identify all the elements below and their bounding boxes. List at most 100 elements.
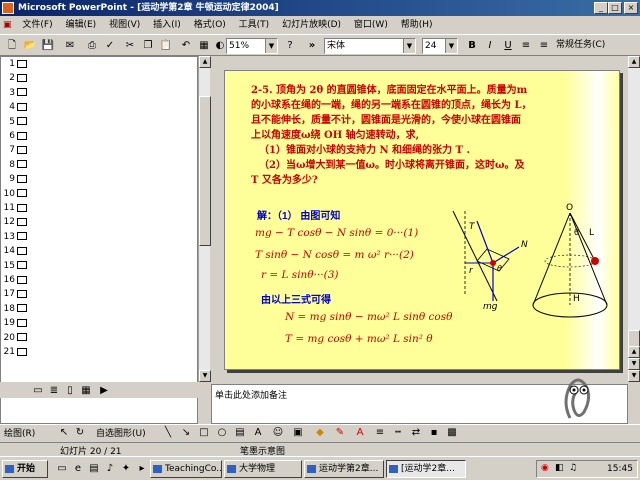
scroll-thumb[interactable] (199, 96, 211, 246)
powerpoint-app-icon[interactable] (2, 2, 14, 14)
slideshow-icon[interactable]: ▶ (96, 383, 112, 398)
oval-icon[interactable]: ○ (214, 425, 230, 440)
outline-slide-row[interactable]: 18 (3, 304, 27, 315)
outline-slide-row[interactable]: 17 (3, 289, 27, 300)
outline-slide-row[interactable]: 15 (3, 261, 27, 272)
open-icon[interactable]: 📂 (22, 38, 38, 53)
scroll-up-icon[interactable]: ▲ (199, 56, 211, 68)
spellcheck-icon[interactable]: ✓ (102, 38, 118, 53)
office-assistant-clippy[interactable] (556, 372, 602, 422)
outline-slide-row[interactable]: 14 (3, 246, 27, 257)
draw-menu-button[interactable]: 绘图(R) (4, 427, 35, 441)
italic-icon[interactable]: I (482, 38, 498, 53)
outline-slide-row[interactable]: 2 (3, 73, 27, 84)
slide-scrollbar[interactable]: ▲ ▲ ▼ ▼ (628, 56, 640, 382)
font-size-select[interactable]: 24 ▼ (422, 38, 458, 54)
next-slide-icon[interactable]: ▼ (628, 358, 640, 370)
outline-slide-row[interactable]: 11 (3, 203, 27, 214)
outline-scrollbar[interactable]: ▲ ▼ (198, 56, 211, 382)
outline-slide-row[interactable]: 20 (3, 333, 27, 344)
sorter-view-icon[interactable]: ▦ (78, 383, 94, 398)
print-icon[interactable]: ⎙ (84, 38, 100, 53)
folder-icon[interactable]: ▤ (86, 461, 102, 476)
slide-view-icon[interactable]: ▯ (62, 383, 78, 398)
align-center-icon[interactable]: ≡ (536, 38, 552, 53)
slide-canvas[interactable]: 2-5. 顶角为 2θ 的直圆锥体，底面固定在水平面上。质量为m 的小球系在绳的… (224, 70, 620, 370)
taskbar-item[interactable]: 大学物理 (224, 460, 302, 478)
scroll-down-icon[interactable]: ▼ (628, 370, 640, 382)
prev-slide-icon[interactable]: ▲ (628, 346, 640, 358)
ie-icon[interactable]: e (70, 461, 86, 476)
save-icon[interactable]: 💾 (40, 38, 56, 53)
outline-slide-row[interactable]: 13 (3, 232, 27, 243)
outline-slide-row[interactable]: 12 (3, 217, 27, 228)
start-button[interactable]: 开始 (2, 460, 48, 478)
paste-icon[interactable]: 📋 (158, 38, 174, 53)
menu-view[interactable]: 视图(V) (104, 16, 145, 34)
line-color-icon[interactable]: ✎ (332, 425, 348, 440)
tray-icon[interactable]: ♫ (569, 463, 577, 473)
copy-icon[interactable]: ❐ (140, 38, 156, 53)
line-icon[interactable]: ╲ (160, 425, 176, 440)
scroll-down-icon[interactable]: ▼ (199, 370, 211, 382)
scroll-up-icon[interactable]: ▲ (628, 56, 640, 68)
outline-slide-row[interactable]: 9 (3, 174, 27, 185)
toolbar-options-icon[interactable]: » (304, 38, 320, 53)
outline-slide-row[interactable]: 16 (3, 275, 27, 286)
underline-icon[interactable]: U (500, 38, 516, 53)
menu-file[interactable]: 文件(F) (17, 16, 57, 34)
zoom-select[interactable]: 51% ▼ (226, 38, 278, 54)
dash-style-icon[interactable]: ┅ (390, 425, 406, 440)
taskbar-item-active[interactable]: [运动学2章... (386, 460, 466, 478)
autoshapes-button[interactable]: 自选图形(U) (96, 427, 146, 441)
help-icon[interactable]: ? (282, 38, 298, 53)
task-pane-button[interactable]: 常规任务(C) (556, 38, 626, 53)
outline-slide-row[interactable]: 3 (3, 88, 27, 99)
outline-slide-row[interactable]: 4 (3, 102, 27, 113)
quicklaunch-icon[interactable]: ▸ (134, 461, 150, 476)
outline-slide-row[interactable]: 5 (3, 117, 27, 128)
close-button[interactable]: × (624, 2, 638, 14)
outline-slide-row[interactable]: 1 (3, 59, 27, 70)
new-icon[interactable]: 🗋 (4, 38, 20, 53)
menu-edit[interactable]: 编辑(E) (60, 16, 101, 34)
outline-slide-row[interactable]: 19 (3, 318, 27, 329)
table-icon[interactable]: ▦ (196, 38, 212, 53)
wordart-icon[interactable]: A (250, 425, 266, 440)
tray-icon[interactable]: ◧ (555, 463, 564, 473)
outline-slide-row[interactable]: 21 (3, 347, 27, 358)
menu-insert[interactable]: 插入(I) (148, 16, 186, 34)
menu-help[interactable]: 帮助(H) (396, 16, 438, 34)
minimize-button[interactable]: _ (594, 2, 608, 14)
outline-slide-row[interactable]: 8 (3, 160, 27, 171)
rotate-icon[interactable]: ↻ (72, 425, 88, 440)
rectangle-icon[interactable]: □ (196, 425, 212, 440)
align-left-icon[interactable]: ≡ (518, 38, 534, 53)
taskbar-item[interactable]: 运动学第2章... (304, 460, 384, 478)
outline-slide-row[interactable]: 10 (3, 189, 27, 200)
picture-icon[interactable]: ▣ (290, 425, 306, 440)
doc-icon[interactable]: ▣ (0, 16, 15, 34)
arrow-style-icon[interactable]: ⇄ (408, 425, 424, 440)
show-desktop-icon[interactable]: ▭ (54, 461, 70, 476)
normal-view-icon[interactable]: ▭ (30, 383, 46, 398)
font-select[interactable]: 宋体 ▼ (324, 38, 416, 54)
menu-format[interactable]: 格式(O) (189, 16, 231, 34)
quicklaunch-icon[interactable]: ♪ (102, 461, 118, 476)
undo-icon[interactable]: ↶ (178, 38, 194, 53)
select-arrow-icon[interactable]: ↖ (56, 425, 72, 440)
quicklaunch-icon[interactable]: ✦ (118, 461, 134, 476)
shadow-icon[interactable]: ▪ (426, 425, 442, 440)
menu-slideshow[interactable]: 幻灯片放映(D) (277, 16, 346, 34)
outline-pane[interactable]: 1 2 3 4 5 6 7 8 9 10 11 12 13 14 15 16 17 18 19 20 21 (0, 56, 198, 424)
fill-color-icon[interactable]: ◆ (312, 425, 328, 440)
taskbar-item[interactable]: TeachingCo... (150, 460, 222, 478)
maximize-button[interactable]: □ (608, 2, 622, 14)
outline-slide-row[interactable]: 6 (3, 131, 27, 142)
bold-icon[interactable]: B (464, 38, 480, 53)
email-icon[interactable]: ✉ (62, 38, 78, 53)
outline-view-icon[interactable]: ≣ (46, 383, 62, 398)
font-color-icon[interactable]: A (352, 425, 368, 440)
menu-tools[interactable]: 工具(T) (234, 16, 275, 34)
clipart-icon[interactable]: ☺ (270, 425, 286, 440)
